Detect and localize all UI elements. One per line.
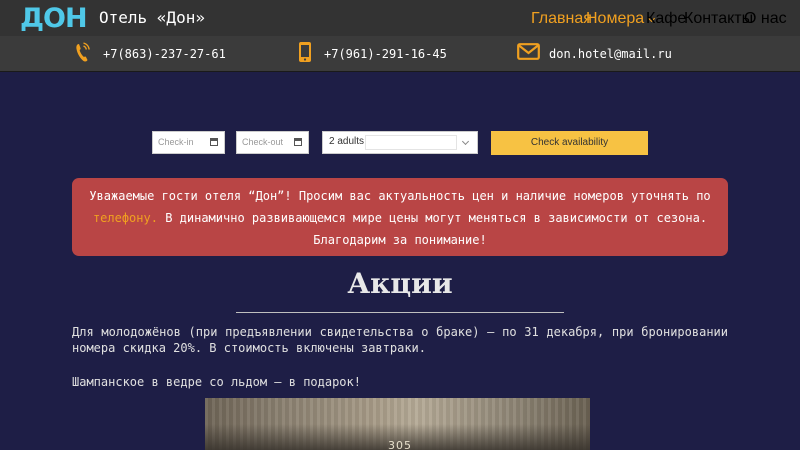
calendar-icon xyxy=(210,138,218,146)
menu-item-rooms-label: Номера xyxy=(586,10,645,27)
logo[interactable]: ДОН xyxy=(20,4,88,34)
booking-form: Check-in Check-out 2 adults Check availa… xyxy=(0,131,800,155)
title-divider xyxy=(236,312,564,313)
chevron-down-icon xyxy=(461,137,470,146)
contact-phone-1[interactable]: +7(863)-237-27-61 xyxy=(75,36,226,72)
checkin-field[interactable]: Check-in xyxy=(152,131,225,154)
contact-bar: +7(863)-237-27-61 +7(961)-291-16-45 don.… xyxy=(0,36,800,72)
menu-item-about-label: О нас xyxy=(744,10,787,27)
notice-text-before: Уважаемые гости отеля “Дон”! Просим вас … xyxy=(89,189,711,203)
menu-item-about[interactable]: О нас xyxy=(744,10,787,27)
price-notice: Уважаемые гости отеля “Дон”! Просим вас … xyxy=(72,178,728,256)
checkout-field[interactable]: Check-out xyxy=(236,131,309,154)
guests-value: 2 adults xyxy=(329,136,365,147)
menu-item-contacts-label: Контакты xyxy=(684,10,754,27)
checkin-placeholder: Check-in xyxy=(158,137,194,147)
promo-paragraph-1: Для молодожёнов (при предъявлении свидет… xyxy=(72,325,728,355)
guests-select[interactable]: 2 adults xyxy=(322,131,478,154)
phone-2-text: +7(961)-291-16-45 xyxy=(324,47,447,61)
top-navbar: ДОН Отель «Дон» Главная Номера Кафе Конт… xyxy=(0,0,800,36)
menu-item-rooms[interactable]: Номера xyxy=(586,10,656,27)
calendar-icon xyxy=(294,138,302,146)
notice-text-after: В динамично развивающемся мире цены могу… xyxy=(165,211,708,247)
checkout-placeholder: Check-out xyxy=(242,137,284,147)
menu-item-cafe-label: Кафе xyxy=(646,10,687,27)
select-inner-box xyxy=(365,135,457,150)
promo-photo: 305 xyxy=(205,398,590,450)
menu-item-contacts[interactable]: Контакты xyxy=(684,10,754,27)
check-availability-button[interactable]: Check availability xyxy=(491,131,648,155)
email-text: don.hotel@mail.ru xyxy=(549,47,672,61)
phone-1-text: +7(863)-237-27-61 xyxy=(103,47,226,61)
envelope-icon xyxy=(517,43,540,65)
menu-item-cafe[interactable]: Кафе xyxy=(646,10,687,27)
mobile-phone-icon xyxy=(298,41,312,68)
phone-link[interactable]: телефону. xyxy=(93,211,158,225)
phone-ringing-icon xyxy=(75,41,91,68)
room-number-label: 305 xyxy=(388,439,412,450)
menu-item-home[interactable]: Главная xyxy=(531,10,592,27)
promo-paragraph-2: Шампанское в ведре со льдом — в подарок! xyxy=(72,375,361,389)
page-title: Акции xyxy=(347,267,453,300)
site-title[interactable]: Отель «Дон» xyxy=(99,9,205,27)
contact-phone-2[interactable]: +7(961)-291-16-45 xyxy=(298,36,447,72)
contact-email[interactable]: don.hotel@mail.ru xyxy=(517,36,672,72)
menu-item-home-label: Главная xyxy=(531,10,592,27)
